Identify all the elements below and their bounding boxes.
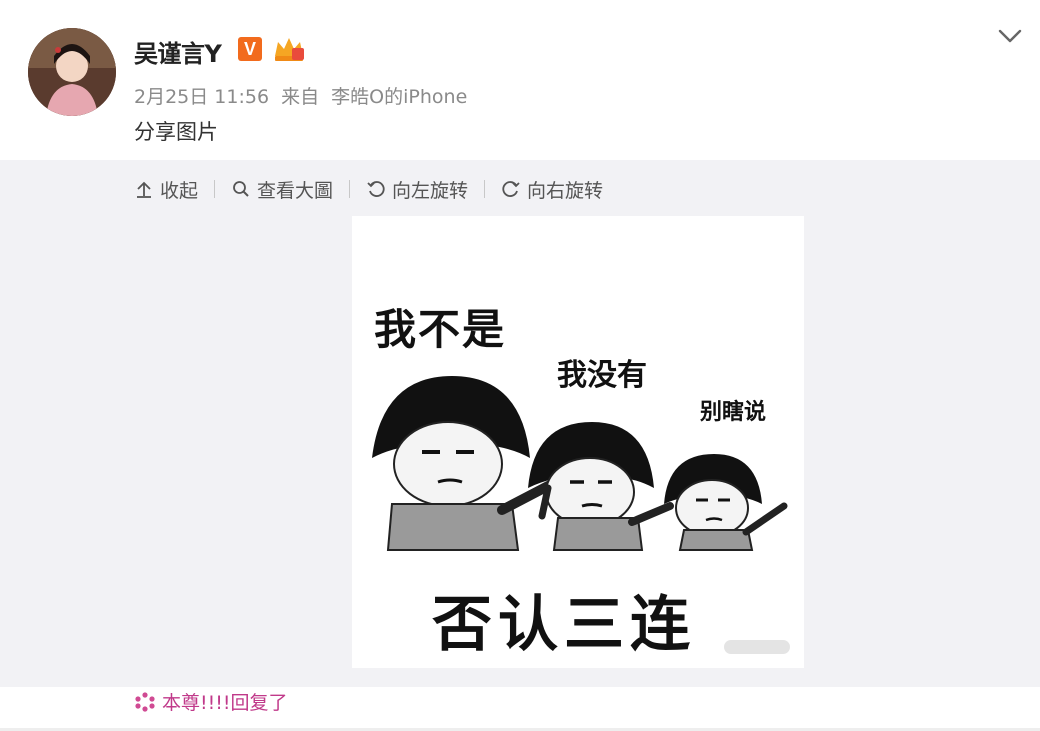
rotate-left-icon [367,181,385,197]
divider [214,180,216,198]
rotate-left-button[interactable]: 向左旋转 [366,176,468,203]
rotate-left-label: 向左旋转 [392,179,469,202]
reply-text: 本尊!!!!回复了 [162,692,288,714]
view-large-button[interactable]: 查看大圖 [231,176,333,203]
rotate-right-button[interactable]: 向右旋转 [501,176,603,203]
rotate-right-label: 向右旋转 [527,179,604,202]
chevron-down-icon[interactable] [996,26,1024,46]
sparkle-icon [135,691,155,712]
post-image[interactable]: 我不是 我没有 别瞎说 否认三连 [352,216,804,668]
collapse-up-icon [137,181,151,198]
crown-badge-icon [275,38,304,61]
meme-caption-main: 否认三连 [432,590,696,660]
reply-notice[interactable]: 本尊!!!!回复了 [134,688,287,715]
post-header: 吴谨言Y V 2月25日 11:56 来自 李皓O的iPhone 分享图片 [0,0,1040,160]
search-icon [233,181,249,197]
expanded-image-panel: 收起 查看大圖 向左旋转 向右旋转 我不是 我没有 别瞎说 否认三连 [0,160,1040,687]
watermark [724,640,790,654]
view-large-label: 查看大圖 [257,179,334,202]
source-device: 李皓O的iPhone [331,86,468,108]
source-prefix: 来自 [281,86,320,108]
rotate-right-icon [502,181,520,197]
timestamp[interactable]: 2月25日 11:56 [134,86,269,108]
divider [484,180,486,198]
avatar[interactable] [28,28,116,116]
collapse-label: 收起 [160,179,199,202]
image-toolbar: 收起 查看大圖 向左旋转 向右旋转 [134,174,603,204]
divider [349,180,351,198]
username[interactable]: 吴谨言Y [134,34,222,69]
post-text: 分享图片 [134,120,218,144]
post-meta: 2月25日 11:56 来自 李皓O的iPhone [134,82,473,109]
verified-badge-icon: V [238,37,262,61]
collapse-button[interactable]: 收起 [134,176,198,203]
